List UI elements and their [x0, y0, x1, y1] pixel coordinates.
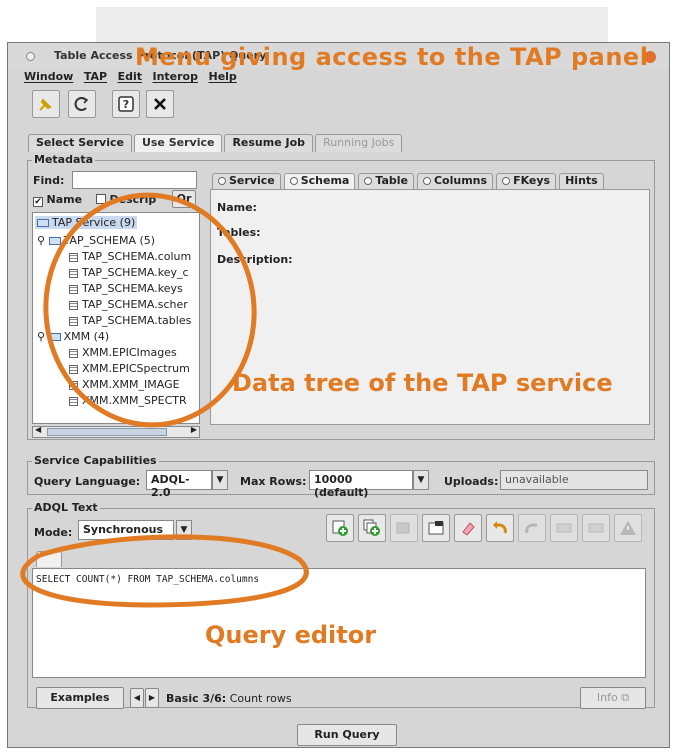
tree-annotation-circle: [43, 192, 257, 428]
editor-annotation-circle: [20, 534, 309, 608]
editor-annotation: Query editor: [205, 621, 377, 649]
menu-annotation: Menu giving access to the TAP panel: [135, 43, 649, 71]
tree-annotation: Data tree of the TAP service: [232, 369, 613, 397]
